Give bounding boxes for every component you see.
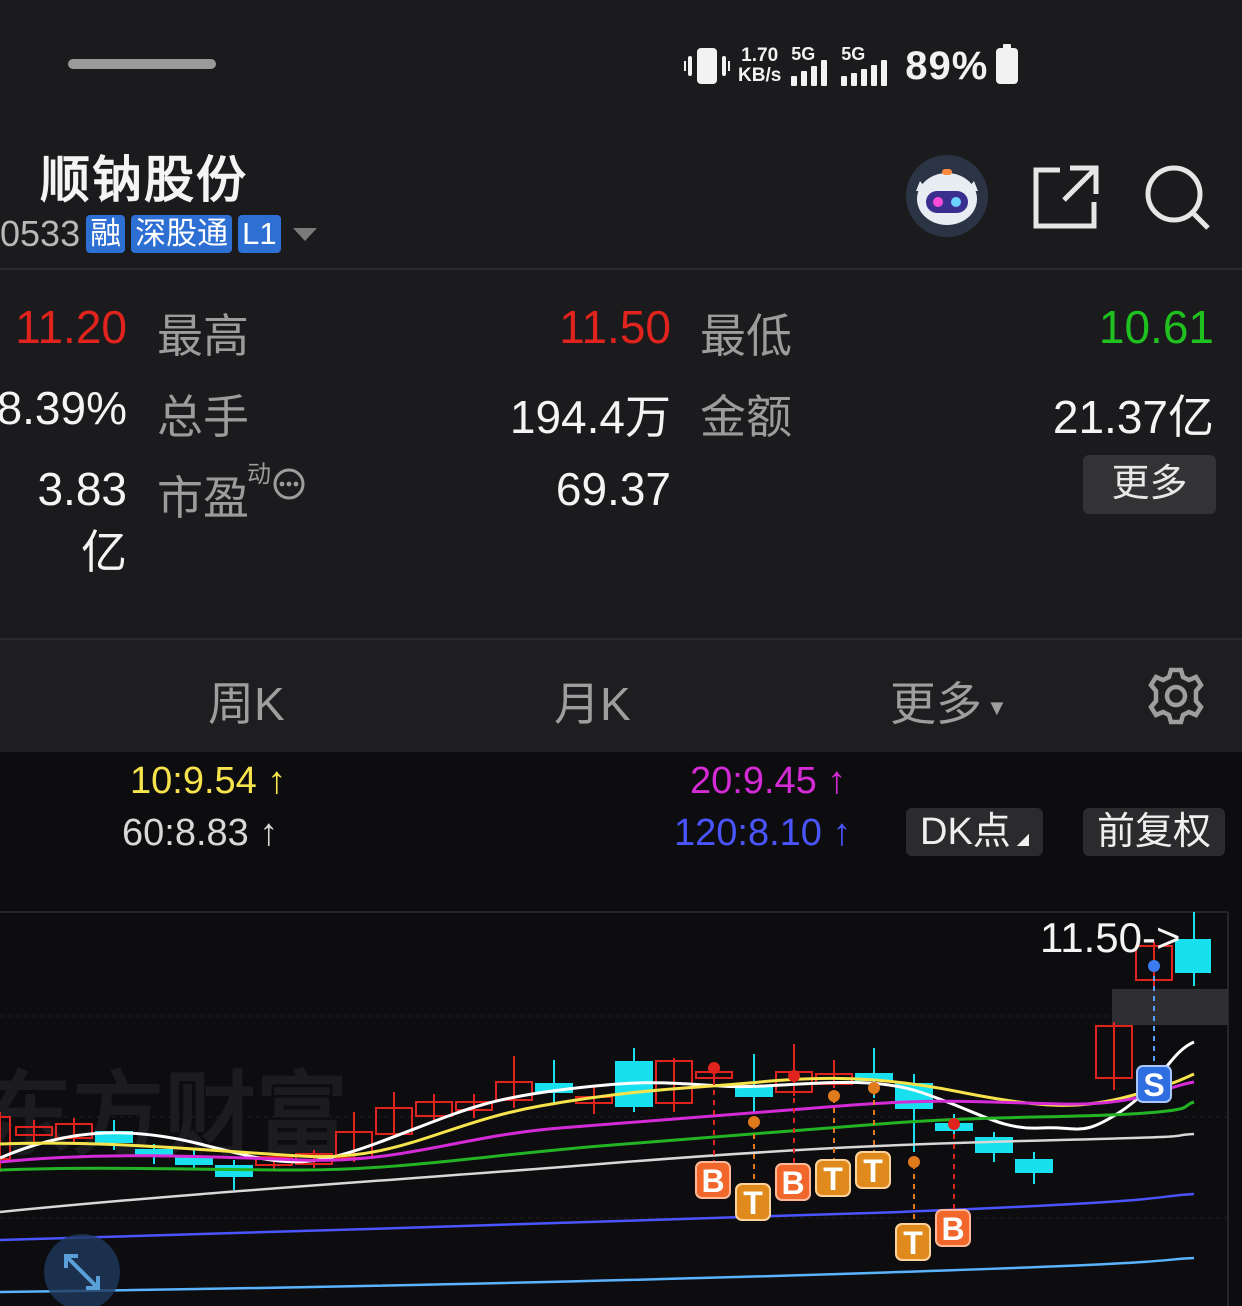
pe-info-icon[interactable] [272,467,306,506]
expand-icon[interactable] [44,1234,120,1306]
network-speed-value: 1.70 [741,45,779,66]
app-drag-handle[interactable] [68,59,216,69]
battery-percent: 89% [905,43,989,88]
ai-assistant-icon[interactable] [906,155,988,237]
open-price: 11.20 [15,301,127,353]
stock-name: 顺钠股份 [40,152,248,208]
tag-margin: 融 [86,215,126,253]
t-badge[interactable]: T [855,1151,891,1189]
tab-more-label: 更多 [890,678,982,730]
tab-weekly-k[interactable]: 周K [208,668,285,734]
t-badge[interactable]: T [735,1183,771,1221]
tag-connect: 深股通 [131,215,233,253]
price-band [1112,989,1228,1025]
svg-text:B: B [781,1165,804,1201]
vibrate-icon [684,48,730,84]
svg-text:B: B [941,1211,964,1247]
volume-label: 总手 [157,391,249,443]
sim2-label: 5G [841,44,866,64]
amount-label: 金额 [700,391,792,443]
signal-sim2-icon: 5G [841,44,891,86]
svg-text:T: T [743,1185,763,1221]
low-value: 10.61 [1098,301,1214,353]
tag-level: L1 [238,215,281,253]
svg-text:T: T [903,1225,923,1261]
svg-text:B: B [701,1163,724,1199]
gear-icon[interactable] [1146,666,1206,731]
status-bar: 1.70 KB/s 5G 5G 89% [684,43,1019,88]
volume-value: 194.4万 [509,391,671,443]
svg-text:T: T [823,1161,843,1197]
dropdown-arrow-icon[interactable] [292,227,317,241]
high-value: 11.50 [559,301,671,353]
search-icon[interactable] [1142,160,1216,234]
stock-code-row[interactable]: 0533 融 深股通 L1 [0,213,317,255]
header-divider [0,268,1242,270]
turnover-rate: 8.39% [0,382,127,434]
buy-badge[interactable]: B [775,1163,811,1201]
svg-text:T: T [863,1153,883,1189]
signal-sim1-icon: 5G [791,44,831,86]
tab-more[interactable]: 更多 ▼ [890,668,1008,734]
ma120-line [0,1192,1195,1242]
buy-badge[interactable]: B [935,1209,971,1247]
kline-chart[interactable]: 东方财富 B T B T T T B S 11.50-> [0,752,1242,1306]
pe-label: 市盈 [157,472,249,524]
more-quote-button[interactable]: 更多 [1083,455,1216,514]
high-label: 最高 [157,310,249,362]
low-label: 最低 [700,310,792,362]
pe-dynamic-sup: 动 [247,461,271,488]
ma250-line [0,1256,1195,1294]
svg-text:S: S [1143,1067,1164,1103]
watermark: 东方财富 [0,1065,348,1167]
caret-down-icon: ▼ [986,694,1008,720]
market-value: 3.83亿 [37,463,127,578]
network-speed: 1.70 KB/s [738,46,781,86]
t-badge[interactable]: T [895,1223,931,1261]
sim1-label: 5G [791,44,816,64]
amount-value: 21.37亿 [1052,391,1214,443]
pe-value: 69.37 [555,463,671,515]
battery-icon [996,44,1019,84]
dk-dots [708,960,1160,1168]
sell-badge[interactable]: S [1136,1065,1172,1103]
latest-price-marker: 11.50-> [1040,914,1181,961]
share-icon[interactable] [1030,160,1104,234]
stock-code: 0533 [0,213,81,254]
tab-monthly-k[interactable]: 月K [554,668,631,734]
buy-badge[interactable]: B [695,1161,731,1199]
t-badge[interactable]: T [815,1159,851,1197]
network-speed-unit: KB/s [738,65,782,86]
